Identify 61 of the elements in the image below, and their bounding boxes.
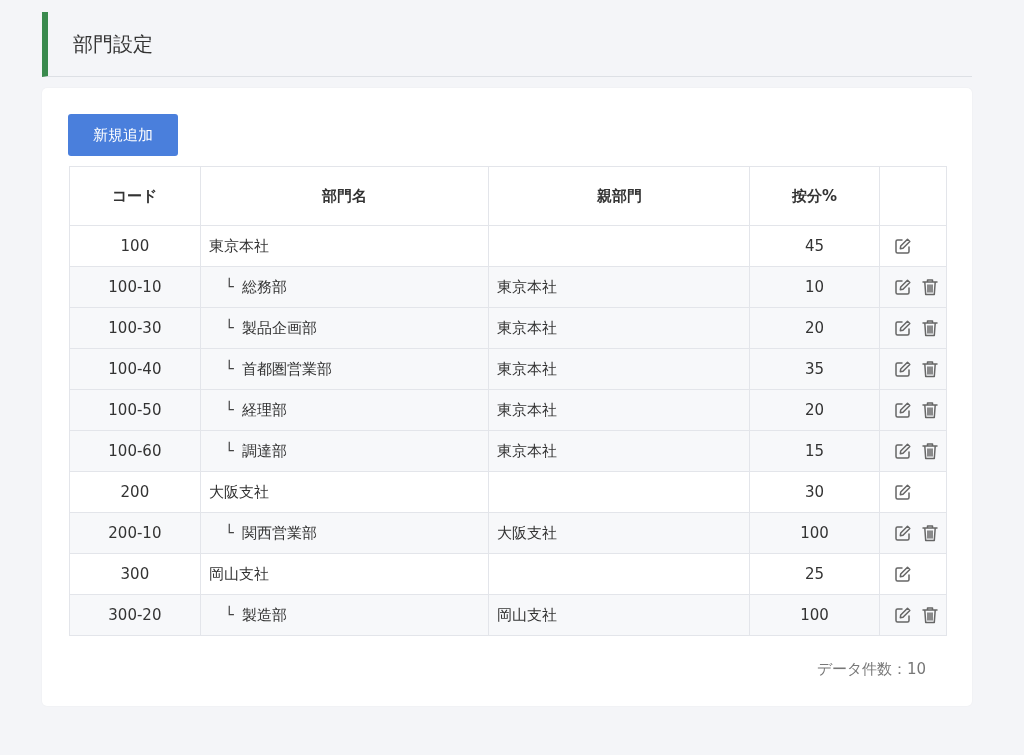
edit-icon[interactable] bbox=[893, 360, 912, 378]
parent-cell: 東京本社 bbox=[488, 430, 750, 472]
name-cell: └ 調達部 bbox=[200, 430, 489, 472]
edit-icon[interactable] bbox=[893, 565, 912, 583]
trash-icon[interactable] bbox=[921, 319, 938, 337]
trash-icon[interactable] bbox=[921, 442, 938, 460]
code-cell: 100-40 bbox=[69, 348, 201, 390]
parent-cell: 東京本社 bbox=[488, 266, 750, 308]
code-cell: 100-10 bbox=[69, 266, 201, 308]
trash-icon[interactable] bbox=[921, 606, 938, 624]
trash-icon[interactable] bbox=[921, 360, 938, 378]
ratio-cell: 15 bbox=[749, 430, 880, 472]
name-cell: 岡山支社 bbox=[200, 553, 489, 595]
parent-cell: 東京本社 bbox=[488, 348, 750, 390]
ratio-cell: 35 bbox=[749, 348, 880, 390]
add-button[interactable]: 新規追加 bbox=[68, 114, 178, 156]
name-cell: 大阪支社 bbox=[200, 471, 489, 513]
code-cell: 200-10 bbox=[69, 512, 201, 554]
name-cell: └ 首都圏営業部 bbox=[200, 348, 489, 390]
name-cell: └ 製品企画部 bbox=[200, 307, 489, 349]
ratio-cell: 10 bbox=[749, 266, 880, 308]
code-cell: 100-30 bbox=[69, 307, 201, 349]
trash-icon[interactable] bbox=[921, 401, 938, 419]
edit-icon[interactable] bbox=[893, 319, 912, 337]
edit-icon[interactable] bbox=[893, 401, 912, 419]
edit-icon[interactable] bbox=[893, 483, 912, 501]
code-cell: 100-50 bbox=[69, 389, 201, 431]
name-cell: └ 経理部 bbox=[200, 389, 489, 431]
code-cell: 300 bbox=[69, 553, 201, 595]
parent-cell: 東京本社 bbox=[488, 389, 750, 431]
code-cell: 100 bbox=[69, 225, 201, 267]
name-cell: └ 関西営業部 bbox=[200, 512, 489, 554]
ratio-cell: 20 bbox=[749, 389, 880, 431]
trash-icon[interactable] bbox=[921, 524, 938, 542]
code-cell: 200 bbox=[69, 471, 201, 513]
name-cell: └ 総務部 bbox=[200, 266, 489, 308]
column-header: 按分% bbox=[749, 166, 880, 226]
parent-cell: 岡山支社 bbox=[488, 594, 750, 636]
ratio-cell: 25 bbox=[749, 553, 880, 595]
edit-icon[interactable] bbox=[893, 278, 912, 296]
parent-cell: 大阪支社 bbox=[488, 512, 750, 554]
record-count: データ件数：10 bbox=[816, 660, 926, 678]
edit-icon[interactable] bbox=[893, 606, 912, 624]
column-header: 親部門 bbox=[488, 166, 750, 226]
edit-icon[interactable] bbox=[893, 237, 912, 255]
parent-cell: 東京本社 bbox=[488, 307, 750, 349]
trash-icon[interactable] bbox=[921, 278, 938, 296]
ratio-cell: 100 bbox=[749, 594, 880, 636]
column-header: 部門名 bbox=[200, 166, 489, 226]
ratio-cell: 30 bbox=[749, 471, 880, 513]
ratio-cell: 20 bbox=[749, 307, 880, 349]
code-cell: 100-60 bbox=[69, 430, 201, 472]
edit-icon[interactable] bbox=[893, 524, 912, 542]
name-cell: 東京本社 bbox=[200, 225, 489, 267]
ratio-cell: 100 bbox=[749, 512, 880, 554]
code-cell: 300-20 bbox=[69, 594, 201, 636]
name-cell: └ 製造部 bbox=[200, 594, 489, 636]
column-header: コード bbox=[69, 166, 201, 226]
ratio-cell: 45 bbox=[749, 225, 880, 267]
page-title: 部門設定 bbox=[73, 30, 153, 58]
edit-icon[interactable] bbox=[893, 442, 912, 460]
